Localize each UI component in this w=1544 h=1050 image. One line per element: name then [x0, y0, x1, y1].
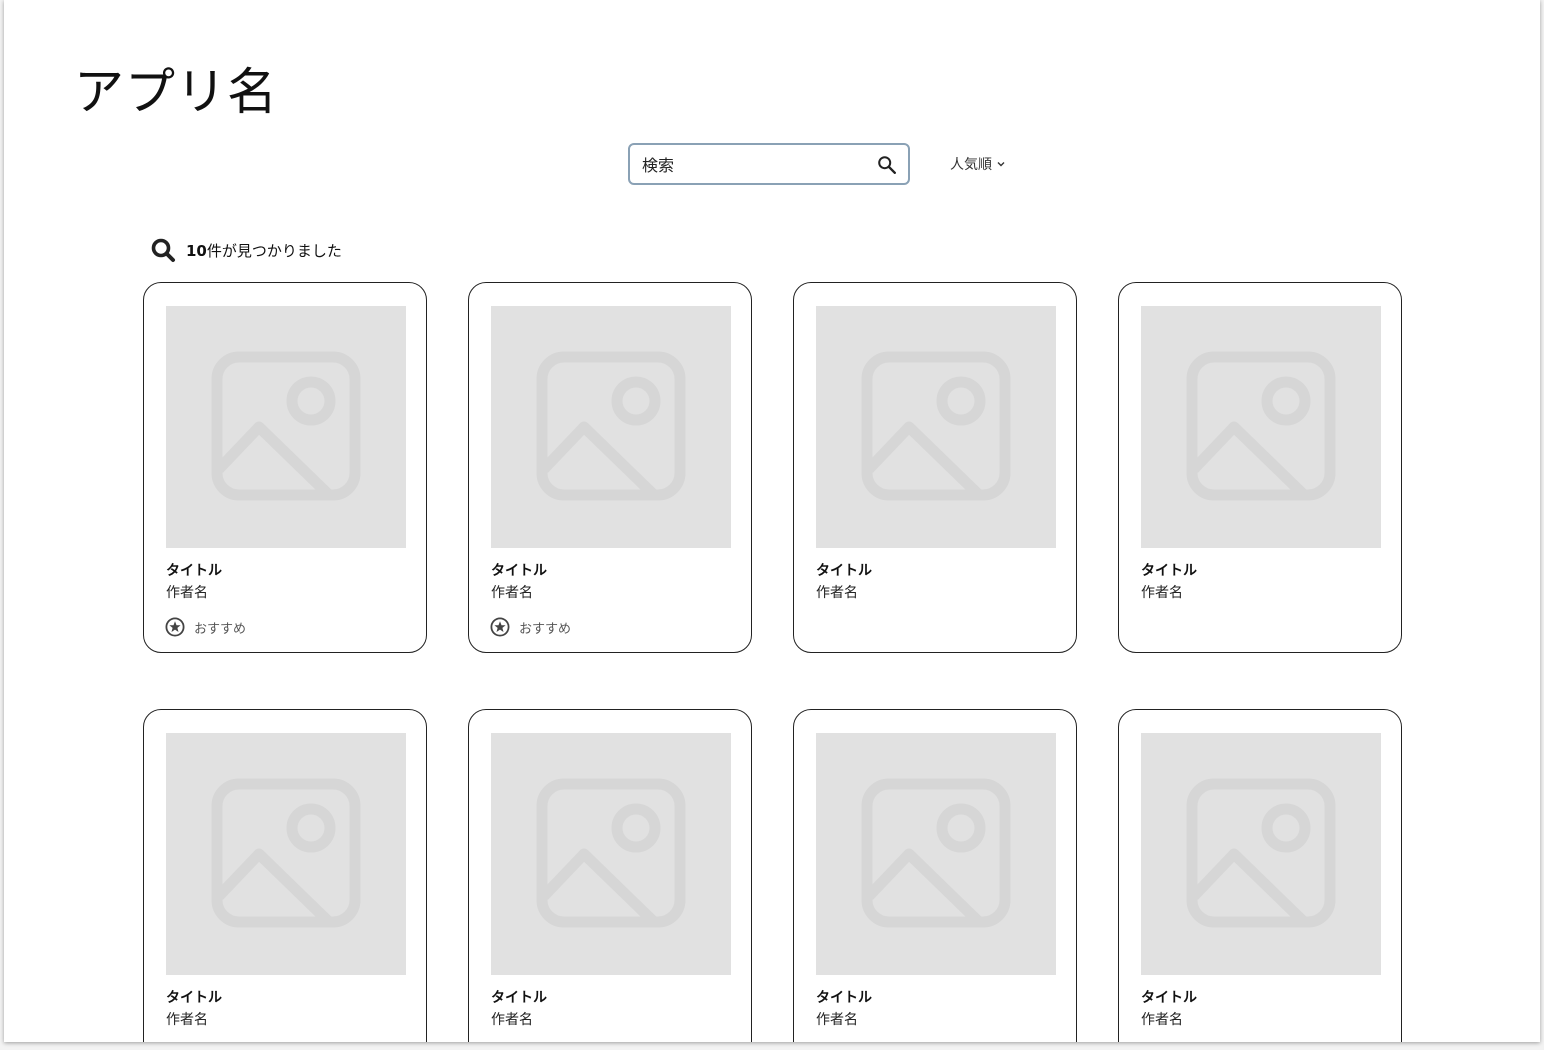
app-card[interactable]: タイトル 作者名	[793, 282, 1077, 653]
card-thumbnail	[816, 306, 1056, 548]
sort-dropdown[interactable]: 人気順	[950, 154, 1006, 174]
card-author: 作者名	[816, 1012, 858, 1028]
app-card[interactable]: タイトル 作者名	[793, 709, 1077, 1042]
app-card[interactable]: タイトル 作者名	[1118, 282, 1402, 653]
badge-label: おすすめ	[194, 621, 247, 637]
card-title: タイトル	[491, 990, 547, 1006]
card-author: 作者名	[491, 585, 533, 601]
search-input[interactable]	[642, 153, 852, 177]
app-card[interactable]: タイトル 作者名	[468, 709, 752, 1042]
image-placeholder-icon	[536, 351, 686, 501]
recommended-badge: おすすめ	[165, 617, 246, 637]
card-thumbnail	[166, 733, 406, 975]
image-placeholder-icon	[211, 351, 361, 501]
recommended-badge: おすすめ	[490, 617, 571, 637]
card-thumbnail	[166, 306, 406, 548]
card-thumbnail	[1141, 306, 1381, 548]
image-placeholder-icon	[861, 778, 1011, 928]
result-count: 10	[186, 241, 207, 260]
card-author: 作者名	[491, 1012, 533, 1028]
star-circle-icon	[165, 617, 185, 637]
image-placeholder-icon	[1186, 351, 1336, 501]
sort-label: 人気順	[950, 157, 992, 173]
search-box[interactable]	[628, 143, 910, 185]
card-title: タイトル	[166, 990, 222, 1006]
app-title: アプリ名	[74, 63, 278, 121]
card-thumbnail	[491, 733, 731, 975]
card-title: タイトル	[166, 563, 222, 579]
app-card[interactable]: タイトル 作者名 おすすめ	[143, 282, 427, 653]
card-author: 作者名	[1141, 1012, 1183, 1028]
result-suffix: 件が見つかりました	[206, 241, 342, 260]
result-count-text: 10件が見つかりました	[186, 240, 342, 261]
image-placeholder-icon	[211, 778, 361, 928]
app-card[interactable]: タイトル 作者名	[1118, 709, 1402, 1042]
app-window: アプリ名 人気順 10件が見つかりました タイト	[4, 0, 1540, 1042]
card-title: タイトル	[1141, 563, 1197, 579]
result-summary: 10件が見つかりました	[150, 237, 342, 263]
app-card[interactable]: タイトル 作者名 おすすめ	[468, 282, 752, 653]
card-author: 作者名	[816, 585, 858, 601]
card-title: タイトル	[491, 563, 547, 579]
card-author: 作者名	[166, 1012, 208, 1028]
image-placeholder-icon	[536, 778, 686, 928]
badge-label: おすすめ	[519, 621, 572, 637]
star-circle-icon	[490, 617, 510, 637]
card-thumbnail	[1141, 733, 1381, 975]
card-author: 作者名	[1141, 585, 1183, 601]
image-placeholder-icon	[861, 351, 1011, 501]
chevron-down-icon	[997, 162, 1005, 167]
image-placeholder-icon	[1186, 778, 1336, 928]
card-thumbnail	[816, 733, 1056, 975]
card-title: タイトル	[816, 563, 872, 579]
app-card[interactable]: タイトル 作者名	[143, 709, 427, 1042]
search-button[interactable]	[876, 154, 898, 176]
card-thumbnail	[491, 306, 731, 548]
search-icon	[151, 238, 175, 262]
card-author: 作者名	[166, 585, 208, 601]
card-title: タイトル	[1141, 990, 1197, 1006]
search-icon	[878, 156, 896, 174]
card-title: タイトル	[816, 990, 872, 1006]
